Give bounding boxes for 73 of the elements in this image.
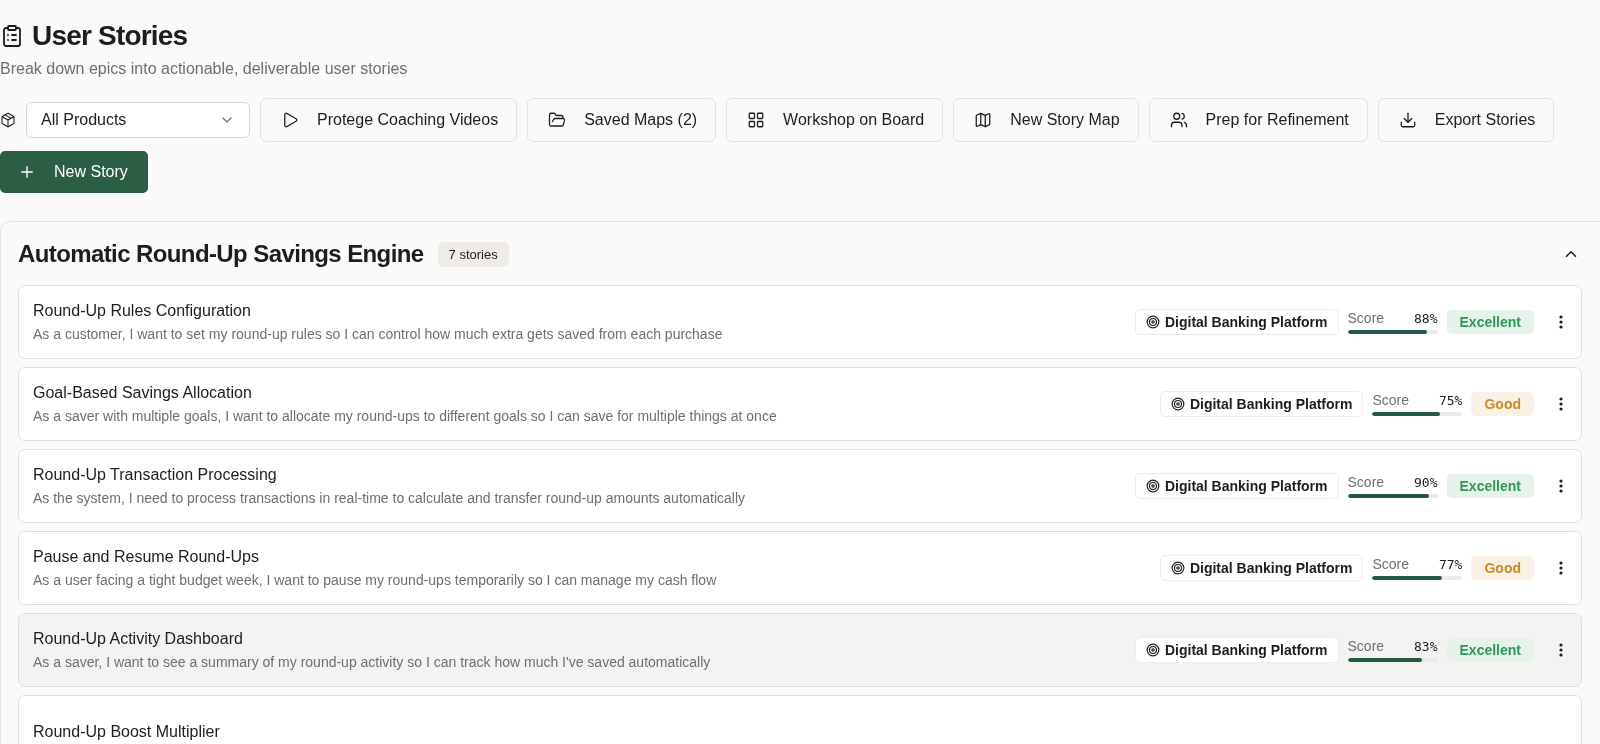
score-label: Score (1347, 638, 1385, 654)
more-button[interactable] (1559, 643, 1563, 657)
story-row[interactable]: Round-Up Boost Multiplier (18, 695, 1582, 744)
story-description: As a customer, I want to set my round-up rules so I can control how much extra gets saved from each purchase (33, 326, 723, 342)
product-tag: Digital Banking Platform (1159, 555, 1364, 581)
story-description: As the system, I need to process transactions in real-time to calculate and transfer round-up amounts automatically (33, 490, 746, 506)
more-icon (1559, 561, 1563, 575)
story-title: Goal-Based Savings Allocation (33, 384, 252, 402)
more-button[interactable] (1559, 397, 1563, 411)
folder-icon (548, 111, 567, 129)
more-icon (1559, 479, 1563, 493)
target-icon (1170, 561, 1185, 575)
score-label: Score (1372, 392, 1410, 408)
more-icon (1559, 315, 1563, 329)
target-icon (1145, 315, 1160, 329)
score-label: Score (1347, 310, 1385, 326)
product-tag: Digital Banking Platform (1134, 473, 1339, 499)
toolbar-button[interactable]: Saved Maps (2) (527, 98, 717, 142)
plus-icon (18, 163, 36, 181)
more-icon (1559, 643, 1563, 657)
box-icon (0, 112, 16, 128)
target-icon (1145, 479, 1160, 493)
more-button[interactable] (1559, 561, 1563, 575)
rating-badge: Good (1471, 392, 1534, 416)
more-icon (1559, 397, 1563, 411)
rating-badge: Excellent (1446, 310, 1534, 334)
score-value: 77% (1438, 557, 1463, 572)
product-tag: Digital Banking Platform (1134, 309, 1339, 335)
toolbar-button[interactable]: Workshop on Board (726, 98, 944, 142)
page-subtitle: Break down epics into actionable, deliverable user stories (0, 60, 409, 78)
score-label: Score (1372, 556, 1410, 572)
score-value: 83% (1414, 639, 1438, 654)
people-icon (1169, 111, 1188, 129)
story-row[interactable]: Pause and Resume Round-Ups As a user facing a tight budget week, I want to pause my round-ups temporarily so I can manage my cash flow Digital Banking Platform Score 77% Good (18, 531, 1582, 605)
toolbar-button[interactable]: Prep for Refinement (1148, 98, 1368, 142)
story-title: Round-Up Activity Dashboard (33, 630, 243, 648)
story-count: 7 stories (437, 241, 509, 267)
product-tag: Digital Banking Platform (1134, 637, 1339, 663)
more-button[interactable] (1559, 315, 1563, 329)
clipboard-icon (0, 24, 24, 48)
epic-title: Automatic Round-Up Savings Engine (18, 240, 424, 268)
toolbar-button[interactable]: Protege Coaching Videos (260, 98, 518, 142)
score-value: 75% (1438, 393, 1463, 408)
story-description: As a saver with multiple goals, I want to allocate my round-ups to different goals so I can save for multiple things at once (33, 408, 777, 424)
score-value: 90% (1414, 475, 1438, 490)
score-value: 88% (1414, 311, 1438, 326)
story-title: Round-Up Rules Configuration (33, 302, 251, 320)
product-tag: Digital Banking Platform (1159, 391, 1364, 417)
play-icon (281, 111, 299, 129)
rating-badge: Good (1471, 556, 1534, 580)
target-icon (1170, 397, 1185, 411)
product-select[interactable]: All Products (26, 102, 250, 138)
more-button[interactable] (1559, 479, 1563, 493)
story-row[interactable]: Round-Up Transaction Processing As the system, I need to process transactions in real-time to calculate and transfer round-up amounts automatically Digital Banking Platform Score 90% Excellent (18, 449, 1582, 523)
story-description: As a saver, I want to see a summary of my round-up activity so I can track how much I've saved automatically (33, 654, 711, 670)
map-icon (974, 111, 993, 129)
story-row[interactable]: Goal-Based Savings Allocation As a saver with multiple goals, I want to allocate my round-ups to different goals so I can save for multiple things at once Digital Banking Platform Score 75% Good (18, 367, 1582, 441)
target-icon (1145, 643, 1160, 657)
toolbar-button[interactable]: Export Stories (1377, 98, 1555, 142)
story-title: Pause and Resume Round-Ups (33, 548, 259, 566)
story-row[interactable]: Round-Up Activity Dashboard As a saver, I want to see a summary of my round-up activity so I can track how much I've saved automatically Digital Banking Platform Score 83% Excellent (18, 613, 1582, 687)
new-story-button[interactable]: New Story (0, 151, 148, 193)
story-title: Round-Up Boost Multiplier (33, 723, 220, 741)
score-label: Score (1347, 474, 1385, 490)
grid-icon (747, 111, 766, 129)
download-icon (1398, 111, 1417, 129)
story-title: Round-Up Transaction Processing (33, 466, 277, 484)
story-row[interactable]: Round-Up Rules Configuration As a customer, I want to set my round-up rules so I can control how much extra gets saved from each purchase Digital Banking Platform Score 88% Excellent (18, 285, 1582, 359)
toolbar-button[interactable]: New Story Map (953, 98, 1139, 142)
story-description: As a user facing a tight budget week, I want to pause my round-ups temporarily so I can manage my cash flow (33, 572, 717, 588)
rating-badge: Excellent (1446, 638, 1534, 662)
page-title: User Stories (32, 20, 188, 52)
rating-badge: Excellent (1446, 474, 1534, 498)
